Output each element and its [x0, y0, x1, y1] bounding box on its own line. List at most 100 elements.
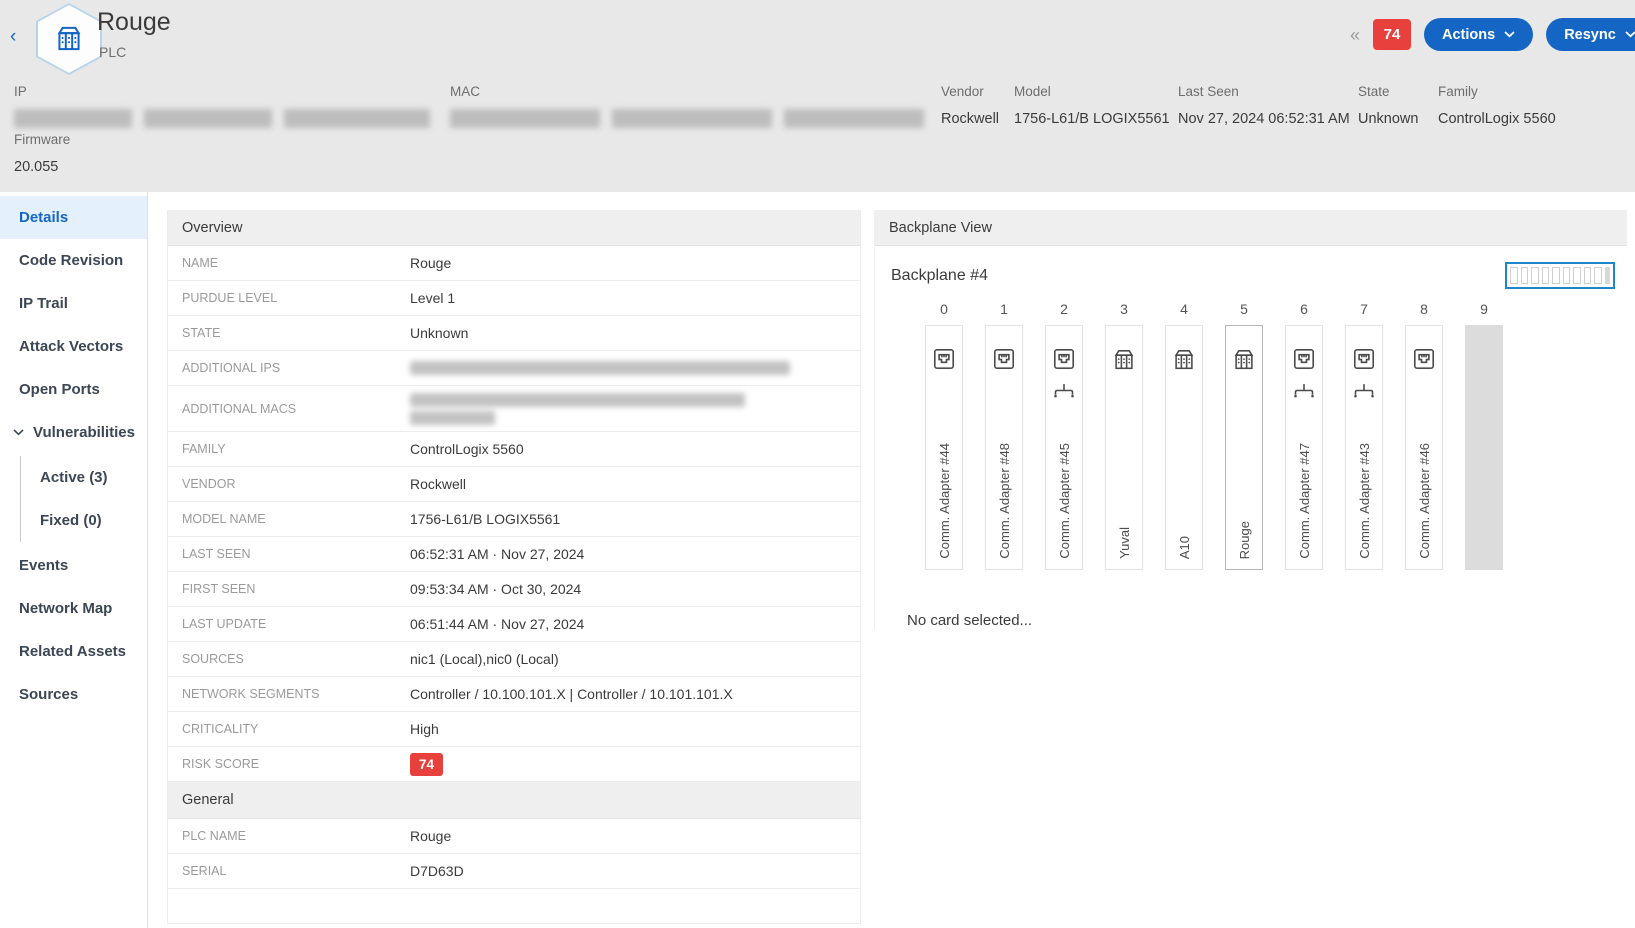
backplane-slot-7: 7 Comm. Adapter #43: [1345, 301, 1383, 570]
redacted-value: [410, 361, 790, 375]
backplane-name: Backplane #4: [891, 267, 988, 285]
sidebar-item-active-vulnerabilities[interactable]: Active (3): [21, 456, 147, 499]
sidebar-item-ip-trail[interactable]: IP Trail: [0, 282, 147, 325]
backplane-slot-9: 9: [1465, 301, 1503, 570]
firmware-value: 20.055: [14, 159, 58, 175]
backplane-slot-8: 8 Comm. Adapter #46: [1405, 301, 1443, 570]
asset-hexagon-badge: [36, 3, 102, 75]
table-row: NETWORK SEGMENTSController / 10.100.101.…: [168, 677, 860, 712]
main-area: Overview NAMERouge PURDUE LEVELLevel 1 S…: [148, 192, 1635, 928]
ethernet-icon: [991, 346, 1017, 372]
network-icon: [1051, 382, 1077, 399]
backplane-card[interactable]: A10: [1165, 325, 1203, 570]
page-title: Rouge: [97, 8, 171, 37]
collapse-panel-icon[interactable]: «: [1350, 23, 1360, 46]
resync-button-label: Resync: [1564, 27, 1616, 43]
ethernet-icon: [1411, 346, 1437, 372]
plc-icon: [1110, 346, 1138, 374]
mac-value-redacted: [450, 109, 924, 128]
table-row: SOURCESnic1 (Local),nic0 (Local): [168, 642, 860, 677]
chevron-down-icon: [1625, 31, 1635, 38]
asset-type-label: PLC: [99, 44, 126, 60]
sidebar-item-label: Vulnerabilities: [33, 424, 135, 441]
plc-icon: [1170, 346, 1198, 374]
sidebar-item-network-map[interactable]: Network Map: [0, 587, 147, 630]
ip-label: IP: [14, 84, 27, 99]
table-row-partial: [168, 889, 860, 924]
backplane-slot-5: 5 Rouge: [1225, 301, 1263, 570]
risk-score-badge: 74: [410, 753, 443, 776]
ip-value-redacted: [14, 109, 430, 128]
sidebar-item-events[interactable]: Events: [0, 544, 147, 587]
family-label: Family: [1438, 84, 1478, 99]
table-row: ADDITIONAL MACS: [168, 386, 860, 432]
sidebar-item-attack-vectors[interactable]: Attack Vectors: [0, 325, 147, 368]
backplane-slots: 0 Comm. Adapter #44 1 Comm. Adapter #48: [891, 301, 1623, 570]
ethernet-icon: [931, 346, 957, 372]
state-label: State: [1358, 84, 1390, 99]
no-card-selected-message: No card selected...: [907, 612, 1623, 629]
back-icon[interactable]: ‹: [10, 26, 16, 48]
backplane-card-selected[interactable]: Rouge: [1225, 325, 1263, 570]
backplane-card[interactable]: Comm. Adapter #43: [1345, 325, 1383, 570]
chevron-down-icon: [1504, 31, 1515, 38]
sidebar-item-related-assets[interactable]: Related Assets: [0, 630, 147, 673]
backplane-card[interactable]: Comm. Adapter #46: [1405, 325, 1443, 570]
overview-panel-title: Overview: [168, 210, 860, 246]
vendor-label: Vendor: [941, 84, 984, 99]
table-row: FAMILYControlLogix 5560: [168, 432, 860, 467]
backplane-slot-3: 3 Yuval: [1105, 301, 1143, 570]
table-row: RISK SCORE 74: [168, 747, 860, 782]
network-icon: [1291, 382, 1317, 399]
backplane-slot-2: 2 Comm. Adapter #45: [1045, 301, 1083, 570]
model-label: Model: [1014, 84, 1051, 99]
mac-label: MAC: [450, 84, 480, 99]
backplane-panel: Backplane View Backplane #4 0 Comm. Adap…: [874, 210, 1627, 629]
risk-score-badge[interactable]: 74: [1373, 19, 1411, 50]
actions-button[interactable]: Actions: [1424, 18, 1533, 51]
vendor-value: Rockwell: [941, 111, 999, 127]
backplane-minimap[interactable]: [1505, 262, 1615, 289]
backplane-card[interactable]: Comm. Adapter #47: [1285, 325, 1323, 570]
table-row: STATEUnknown: [168, 316, 860, 351]
redacted-value: [410, 393, 745, 425]
ethernet-icon: [1291, 346, 1317, 372]
sidebar-item-open-ports[interactable]: Open Ports: [0, 368, 147, 411]
vulnerabilities-subgroup: Active (3) Fixed (0): [20, 456, 147, 542]
model-value: 1756-L61/B LOGIX5561: [1014, 111, 1170, 127]
firmware-label: Firmware: [14, 132, 70, 147]
table-row: LAST SEEN06:52:31 AM · Nov 27, 2024: [168, 537, 860, 572]
sidebar-item-sources[interactable]: Sources: [0, 673, 147, 716]
table-row: NAMERouge: [168, 246, 860, 281]
backplane-card[interactable]: Comm. Adapter #45: [1045, 325, 1083, 570]
backplane-slot-4: 4 A10: [1165, 301, 1203, 570]
backplane-card[interactable]: Comm. Adapter #44: [925, 325, 963, 570]
backplane-card[interactable]: Yuval: [1105, 325, 1143, 570]
table-row: VENDORRockwell: [168, 467, 860, 502]
backplane-empty-slot: [1465, 325, 1503, 570]
table-row: LAST UPDATE06:51:44 AM · Nov 27, 2024: [168, 607, 860, 642]
ethernet-icon: [1351, 346, 1377, 372]
table-row: SERIALD7D63D: [168, 854, 860, 889]
actions-button-label: Actions: [1442, 27, 1495, 43]
backplane-card[interactable]: Comm. Adapter #48: [985, 325, 1023, 570]
table-row: MODEL NAME1756-L61/B LOGIX5561: [168, 502, 860, 537]
table-row: PURDUE LEVELLevel 1: [168, 281, 860, 316]
sidebar-item-code-revision[interactable]: Code Revision: [0, 239, 147, 282]
state-value: Unknown: [1358, 111, 1418, 127]
backplane-slot-1: 1 Comm. Adapter #48: [985, 301, 1023, 570]
resync-button[interactable]: Resync: [1546, 18, 1635, 51]
overview-panel: Overview NAMERouge PURDUE LEVELLevel 1 S…: [167, 210, 861, 924]
backplane-slot-6: 6 Comm. Adapter #47: [1285, 301, 1323, 570]
table-row: ADDITIONAL IPS: [168, 351, 860, 386]
network-icon: [1351, 382, 1377, 399]
last-seen-label: Last Seen: [1178, 84, 1239, 99]
chevron-down-icon: [13, 429, 24, 436]
sidebar-item-fixed-vulnerabilities[interactable]: Fixed (0): [21, 499, 147, 542]
sidebar: Details Code Revision IP Trail Attack Ve…: [0, 192, 148, 928]
backplane-panel-title: Backplane View: [875, 210, 1627, 246]
family-value: ControlLogix 5560: [1438, 111, 1556, 127]
last-seen-value: Nov 27, 2024 06:52:31 AM: [1178, 111, 1350, 127]
sidebar-item-vulnerabilities[interactable]: Vulnerabilities: [0, 411, 147, 454]
sidebar-item-details[interactable]: Details: [0, 196, 147, 239]
